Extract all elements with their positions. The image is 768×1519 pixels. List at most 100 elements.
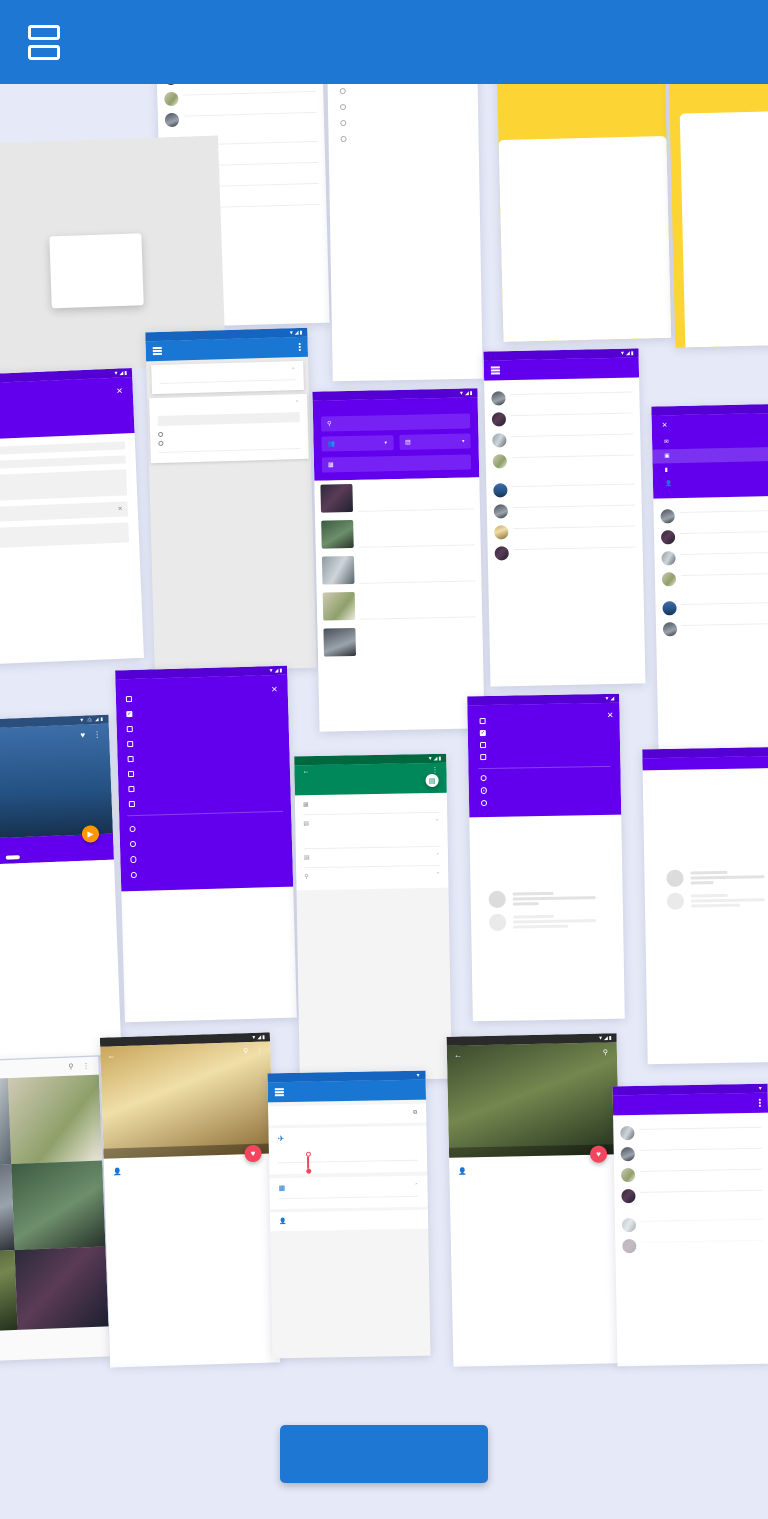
screen-hotel[interactable]: ▼◢▮ ⚲ 👥 ▾ ▤ ▾ ▦ xyxy=(312,388,485,732)
screen-invoice[interactable]: ▼◢▮ ← ⋮ ▤ ▦ ▤ ⌃ ▤ ⌃ ⚲ ⌃ xyxy=(294,753,452,1082)
passenger-card[interactable]: 👤 xyxy=(269,1209,429,1232)
chevron-down-icon[interactable]: ▾ xyxy=(384,440,387,446)
checkbox-icon[interactable] xyxy=(127,740,134,747)
more-vert-icon[interactable]: ⋮ xyxy=(256,1047,263,1055)
play-fab[interactable]: ▶ xyxy=(81,825,100,843)
screen-icon-list[interactable] xyxy=(327,58,483,382)
email-nav-drawer[interactable]: ✕ ✉ ▣ ▮ 👤 xyxy=(651,412,768,499)
radio-icon[interactable] xyxy=(129,825,137,833)
radio-icon[interactable] xyxy=(130,856,137,863)
hide-button[interactable] xyxy=(278,1195,419,1204)
article-row[interactable] xyxy=(317,621,483,660)
close-icon[interactable]: ✕ xyxy=(116,386,123,395)
checkbox-icon[interactable] xyxy=(128,785,135,792)
screen-filter[interactable]: ▼◢▮ ✕ xyxy=(115,665,297,1023)
more-vert-icon[interactable]: ⋮ xyxy=(93,730,101,739)
tags-input[interactable] xyxy=(0,522,130,550)
arrow-back-icon[interactable]: ← xyxy=(454,1050,462,1059)
list-item[interactable] xyxy=(488,540,643,564)
list-item[interactable] xyxy=(613,1121,768,1145)
checkbox-icon[interactable] xyxy=(128,800,135,807)
article-row[interactable] xyxy=(315,513,481,552)
gallery-tile[interactable] xyxy=(11,1160,106,1250)
ad-form-fields[interactable]: ✕ xyxy=(0,432,140,559)
menu-item[interactable] xyxy=(51,287,143,302)
gallery-tile[interactable] xyxy=(14,1246,109,1330)
name-input[interactable] xyxy=(157,412,300,427)
radio-icon-selected[interactable] xyxy=(480,787,488,794)
list-item[interactable] xyxy=(328,129,478,148)
screen-filter-list-right[interactable]: ▼ xyxy=(612,1083,768,1367)
radio-male[interactable] xyxy=(158,431,164,438)
radio-female[interactable] xyxy=(158,440,164,447)
list-item[interactable] xyxy=(655,566,768,590)
close-icon[interactable]: ✕ xyxy=(662,421,668,429)
radio-featured[interactable] xyxy=(469,794,621,809)
chevron-up-icon[interactable]: ⌃ xyxy=(291,367,295,373)
checkbox-icon[interactable] xyxy=(479,742,487,749)
radio-icon[interactable] xyxy=(480,775,488,782)
more-vert-icon[interactable]: ⋮ xyxy=(82,1062,89,1070)
chip-fast[interactable] xyxy=(5,855,20,860)
radio-icon[interactable] xyxy=(480,799,488,807)
checkbox-icon[interactable] xyxy=(480,754,487,761)
gallery-tile[interactable] xyxy=(0,1249,18,1334)
brand-name-input[interactable] xyxy=(0,441,126,457)
hamburger-icon[interactable] xyxy=(274,1088,284,1096)
arrow-back-icon[interactable]: ← xyxy=(302,768,309,776)
checkbox-icon-checked[interactable] xyxy=(126,710,133,717)
search-icon[interactable]: ⚲ xyxy=(243,1047,248,1055)
close-icon[interactable]: ✕ xyxy=(607,711,614,720)
arrow-back-icon[interactable]: ← xyxy=(107,1051,115,1060)
checkbox-icon[interactable] xyxy=(127,755,134,762)
receipt-fab[interactable]: ▤ xyxy=(425,773,439,788)
list-item[interactable] xyxy=(615,1234,768,1258)
screen-flight-ticket[interactable]: ▼ ⧉ ✈ ▦ ⌃ 👤 xyxy=(267,1070,431,1359)
screen-backdrop-right[interactable] xyxy=(668,66,768,348)
screen-email-drawer[interactable]: ✕ ✉ ▣ ▮ 👤 xyxy=(651,403,768,757)
chevron-up-icon[interactable]: ⌃ xyxy=(436,871,440,877)
screen-side-park[interactable]: ▼◢▮ ← ⚲ ♥ 👤 xyxy=(446,1033,624,1367)
booking-code-row[interactable]: ⧉ xyxy=(268,1103,427,1126)
screen-email[interactable]: ▼◢▮ xyxy=(483,348,646,687)
hide-button[interactable] xyxy=(159,379,296,388)
screen-empty-right[interactable] xyxy=(642,746,768,1065)
article-row[interactable] xyxy=(317,585,483,624)
screen-looking-back[interactable]: ▼ ⎙ ◢▮ ♥ ⋮ ▶ xyxy=(0,714,122,1062)
chevron-up-icon[interactable]: ⌃ xyxy=(295,400,299,406)
heart-icon[interactable]: ♥ xyxy=(80,731,85,740)
more-vert-icon[interactable] xyxy=(759,1099,761,1107)
nav-item-social[interactable]: 👤 xyxy=(653,474,768,491)
filter-panel[interactable]: ✕ xyxy=(115,674,294,891)
checkbox-icon[interactable] xyxy=(125,695,132,702)
screen-selection-control[interactable]: ▼◢ ✕ xyxy=(467,693,625,1022)
list-item[interactable] xyxy=(615,1213,768,1237)
dropdown-menu[interactable] xyxy=(49,233,144,309)
list-item[interactable] xyxy=(614,1142,768,1166)
screen-ad-form[interactable]: ⚲▼◢▮ ✕ ✕ xyxy=(0,368,144,666)
preflight-card[interactable]: ▦ ⌃ xyxy=(269,1175,428,1210)
text-card[interactable]: ⌃ xyxy=(151,360,304,395)
checkbox-icon[interactable] xyxy=(127,770,135,777)
more-vert-icon[interactable]: ⋮ xyxy=(431,766,438,774)
article-list[interactable] xyxy=(314,477,484,661)
hamburger-icon[interactable] xyxy=(152,347,162,355)
copy-icon[interactable]: ⧉ xyxy=(413,1110,417,1117)
see-more-button[interactable] xyxy=(280,1425,488,1483)
radio-icon[interactable] xyxy=(129,840,137,848)
clear-icon[interactable]: ✕ xyxy=(118,506,123,513)
search-icon[interactable]: ⚲ xyxy=(68,1063,73,1071)
chevron-up-icon[interactable]: ⌃ xyxy=(435,818,439,824)
checkbox-icon-checked[interactable] xyxy=(479,730,486,737)
list-item[interactable] xyxy=(653,503,768,527)
more-vert-icon[interactable] xyxy=(299,343,301,351)
chevron-down-icon[interactable]: ▾ xyxy=(462,438,465,444)
list-item[interactable] xyxy=(656,616,768,640)
search-icon[interactable]: ⚲ xyxy=(603,1048,608,1056)
screen-backdrop[interactable] xyxy=(496,59,672,343)
description-input[interactable] xyxy=(0,469,128,503)
article-row[interactable] xyxy=(316,549,482,588)
hotel-search-panel[interactable]: ⚲ 👥 ▾ ▤ ▾ ▦ xyxy=(312,397,480,481)
selection-panel[interactable]: ✕ xyxy=(467,702,622,818)
list-item[interactable] xyxy=(614,1184,768,1208)
